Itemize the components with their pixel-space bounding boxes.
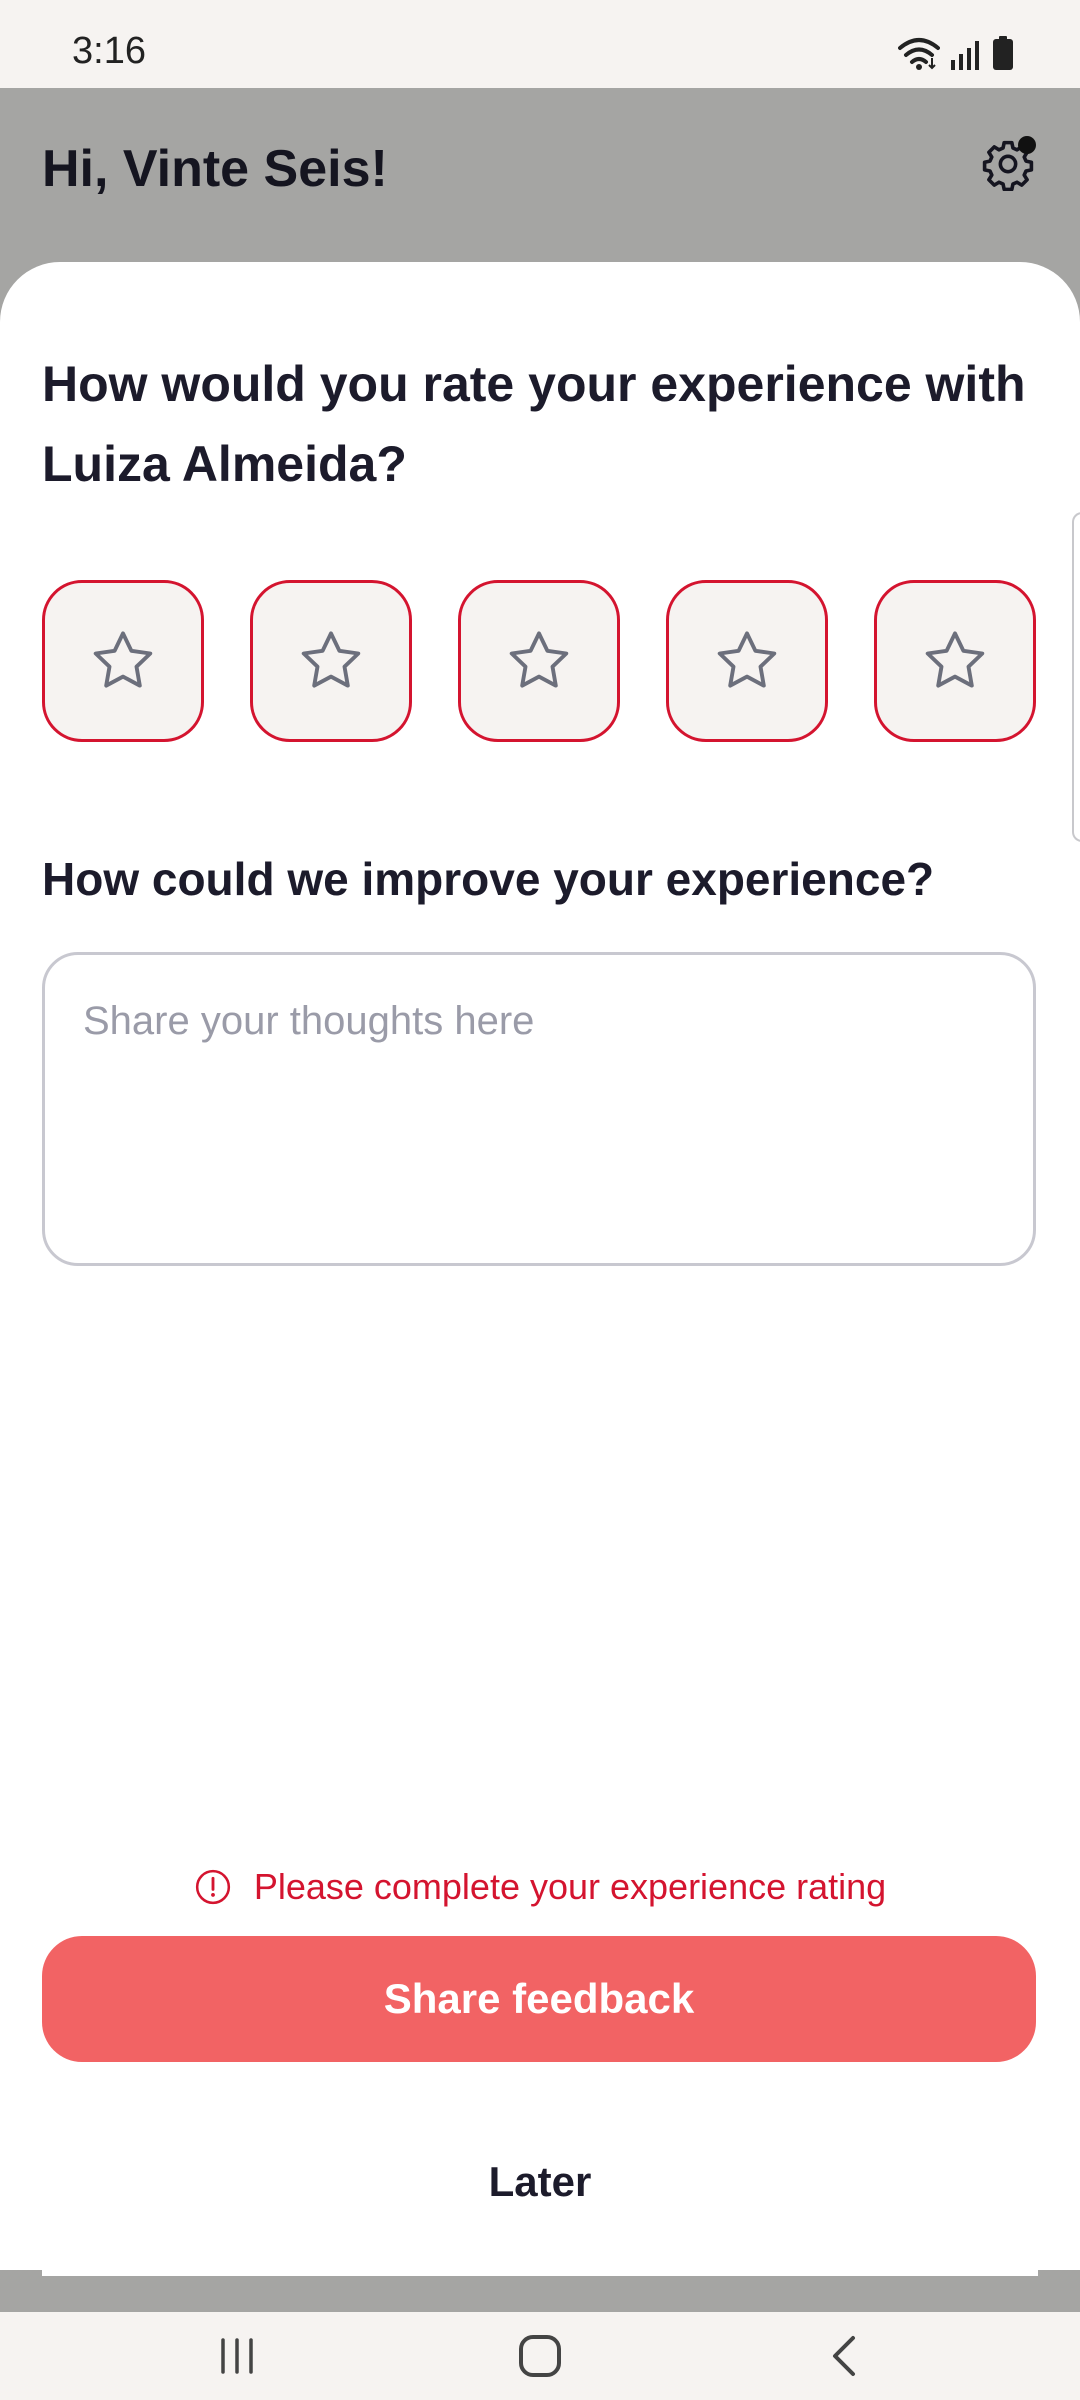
star-button-5[interactable] <box>874 580 1036 742</box>
star-button-3[interactable] <box>458 580 620 742</box>
recents-button[interactable] <box>197 2328 277 2384</box>
recents-icon <box>221 2338 253 2374</box>
status-bar: 3:16 <box>0 0 1080 88</box>
rating-question: How would you rate your experience with … <box>42 356 1026 492</box>
validation-message: Please complete your experience rating <box>0 1866 1080 1908</box>
back-icon <box>833 2336 855 2376</box>
signal-icon <box>951 41 979 70</box>
error-icon <box>195 1869 230 1905</box>
star-rating <box>42 580 1036 742</box>
feedback-sheet: How would you rate your experience with … <box>0 262 1080 2270</box>
settings-button[interactable] <box>978 134 1038 194</box>
home-button[interactable] <box>500 2328 580 2384</box>
notification-dot <box>1018 136 1036 154</box>
system-nav-bar <box>0 2312 1080 2400</box>
star-outline-icon <box>93 631 153 688</box>
status-icons <box>898 36 1014 70</box>
scroll-indicator <box>1072 512 1080 842</box>
share-feedback-button[interactable]: Share feedback <box>42 1936 1036 2062</box>
wifi-icon <box>898 38 940 70</box>
feedback-textarea[interactable] <box>42 952 1036 1266</box>
sheet-bottom-edge <box>42 2270 1038 2276</box>
home-header: Hi, Vinte Seis! <box>0 88 1080 288</box>
error-text: Please complete your experience rating <box>253 1866 887 1907</box>
star-button-1[interactable] <box>42 580 204 742</box>
status-time: 3:16 <box>72 30 146 72</box>
greeting-title: Hi, Vinte Seis! <box>42 140 388 198</box>
back-button[interactable] <box>804 2328 884 2384</box>
star-button-4[interactable] <box>666 580 828 742</box>
star-outline-icon <box>301 631 361 688</box>
star-button-2[interactable] <box>250 580 412 742</box>
battery-icon <box>993 36 1013 70</box>
later-button[interactable]: Later <box>340 2142 740 2222</box>
improve-question: How could we improve your experience? <box>42 853 935 905</box>
star-outline-icon <box>717 631 777 688</box>
home-icon <box>519 2335 561 2377</box>
star-outline-icon <box>509 631 569 688</box>
star-outline-icon <box>925 631 985 688</box>
